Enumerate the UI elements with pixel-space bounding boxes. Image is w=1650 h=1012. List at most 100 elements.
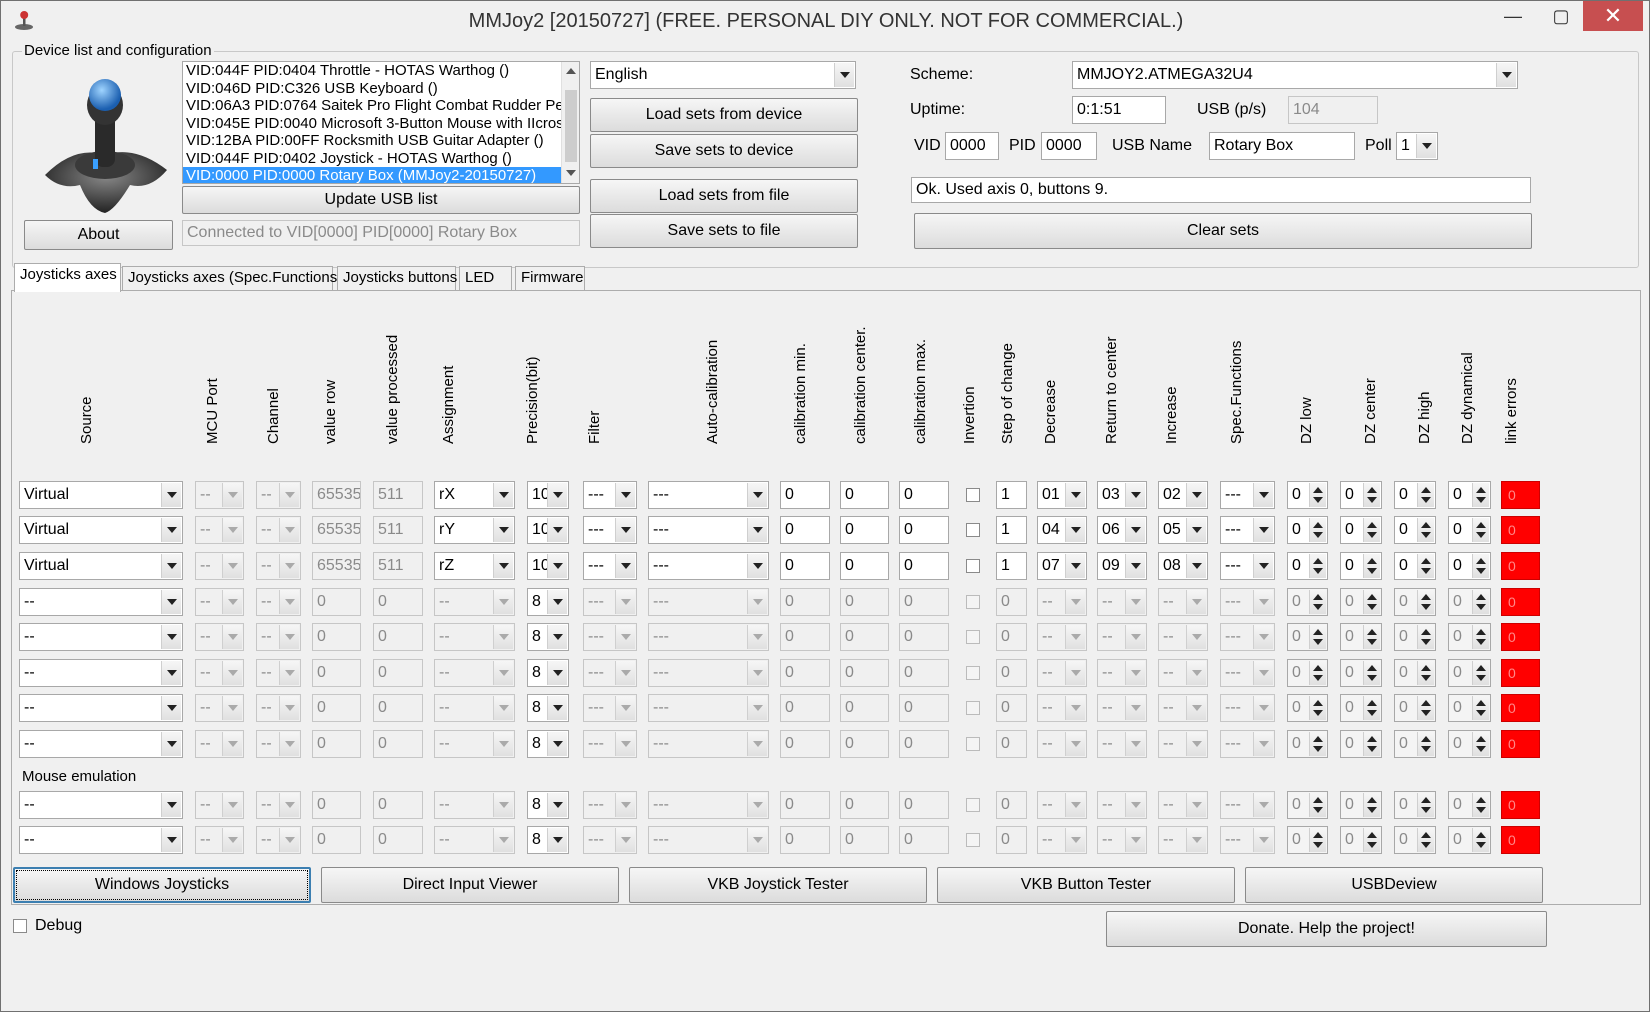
chevron-down-icon[interactable]	[615, 828, 635, 852]
filter-select[interactable]: ---	[583, 659, 637, 687]
chevron-down-icon[interactable]	[547, 518, 567, 542]
dz-dynamical-spinner[interactable]: 0	[1448, 826, 1491, 854]
filter-select[interactable]: ---	[583, 481, 637, 509]
return-to-center-select[interactable]: 09	[1097, 552, 1147, 580]
return-to-center-select[interactable]: --	[1097, 588, 1147, 616]
mcu-port-select[interactable]: --	[195, 730, 244, 758]
chevron-down-icon[interactable]	[1416, 134, 1436, 158]
chevron-down-icon[interactable]	[222, 793, 242, 817]
chevron-down-icon[interactable]	[493, 732, 513, 756]
chevron-down-icon[interactable]	[747, 732, 767, 756]
chevron-down-icon[interactable]	[279, 625, 299, 649]
chevron-down-icon[interactable]	[1186, 828, 1206, 852]
invertion-checkbox[interactable]	[966, 701, 980, 715]
channel-select[interactable]: --	[256, 659, 301, 687]
step-of-change-field[interactable]: 0	[996, 588, 1027, 616]
clear-sets-button[interactable]: Clear sets	[914, 213, 1532, 249]
device-list-item[interactable]: VID:046D PID:C326 USB Keyboard ()	[183, 80, 561, 98]
precision-select[interactable]: 8	[527, 623, 569, 651]
chevron-down-icon[interactable]	[161, 828, 181, 852]
chevron-down-icon[interactable]	[222, 696, 242, 720]
chevron-down-icon[interactable]	[222, 661, 242, 685]
mcu-port-select[interactable]: --	[195, 659, 244, 687]
up-down-arrows-icon[interactable]	[1417, 483, 1434, 507]
vkb-joystick-tester-button[interactable]: VKB Joystick Tester	[629, 867, 927, 903]
calibration-min-field[interactable]: 0	[780, 552, 830, 580]
calibration-max-field[interactable]: 0	[899, 481, 949, 509]
auto-calibration-select[interactable]: ---	[648, 730, 769, 758]
dz-dynamical-spinner[interactable]: 0	[1448, 730, 1491, 758]
chevron-down-icon[interactable]	[1125, 828, 1145, 852]
filter-select[interactable]: ---	[583, 730, 637, 758]
chevron-down-icon[interactable]	[1186, 554, 1206, 578]
chevron-down-icon[interactable]	[279, 554, 299, 578]
chevron-down-icon[interactable]	[279, 696, 299, 720]
return-to-center-select[interactable]: 06	[1097, 516, 1147, 544]
chevron-down-icon[interactable]	[279, 518, 299, 542]
device-list-item[interactable]: VID:044F PID:0402 Joystick - HOTAS Warth…	[183, 150, 561, 168]
return-to-center-select[interactable]: --	[1097, 694, 1147, 722]
chevron-down-icon[interactable]	[1125, 661, 1145, 685]
calibration-max-field[interactable]: 0	[899, 826, 949, 854]
dz-dynamical-spinner[interactable]: 0	[1448, 481, 1491, 509]
precision-select[interactable]: 10	[527, 481, 569, 509]
chevron-down-icon[interactable]	[1065, 518, 1085, 542]
channel-select[interactable]: --	[256, 623, 301, 651]
chevron-down-icon[interactable]	[1125, 732, 1145, 756]
dz-center-spinner[interactable]: 0	[1340, 588, 1382, 616]
return-to-center-select[interactable]: --	[1097, 623, 1147, 651]
chevron-down-icon[interactable]	[222, 625, 242, 649]
chevron-down-icon[interactable]	[547, 625, 567, 649]
pid-field[interactable]: 0000	[1041, 132, 1097, 160]
chevron-down-icon[interactable]	[1125, 625, 1145, 649]
source-select[interactable]: --	[19, 826, 183, 854]
scheme-select[interactable]: MMJOY2.ATMEGA32U4	[1072, 61, 1518, 89]
chevron-down-icon[interactable]	[615, 696, 635, 720]
chevron-down-icon[interactable]	[493, 483, 513, 507]
up-down-arrows-icon[interactable]	[1363, 483, 1380, 507]
device-list-item[interactable]: VID:0000 PID:0000 Rotary Box (MMJoy2-201…	[183, 167, 561, 183]
chevron-down-icon[interactable]	[161, 554, 181, 578]
step-of-change-field[interactable]: 0	[996, 730, 1027, 758]
channel-select[interactable]: --	[256, 694, 301, 722]
step-of-change-field[interactable]: 1	[996, 552, 1027, 580]
dz-dynamical-spinner[interactable]: 0	[1448, 623, 1491, 651]
channel-select[interactable]: --	[256, 791, 301, 819]
increase-select[interactable]: --	[1158, 694, 1208, 722]
spec-functions-select[interactable]: ---	[1220, 826, 1275, 854]
donate-button[interactable]: Donate. Help the project!	[1106, 911, 1547, 947]
step-of-change-field[interactable]: 1	[996, 516, 1027, 544]
invertion-checkbox[interactable]	[966, 559, 980, 573]
chevron-down-icon[interactable]	[615, 518, 635, 542]
chevron-down-icon[interactable]	[222, 828, 242, 852]
decrease-select[interactable]: --	[1037, 659, 1087, 687]
chevron-down-icon[interactable]	[493, 590, 513, 614]
dz-dynamical-spinner[interactable]: 0	[1448, 694, 1491, 722]
chevron-down-icon[interactable]	[1253, 661, 1273, 685]
invertion-checkbox[interactable]	[966, 523, 980, 537]
dz-dynamical-spinner[interactable]: 0	[1448, 791, 1491, 819]
calibration-max-field[interactable]: 0	[899, 516, 949, 544]
mcu-port-select[interactable]: --	[195, 791, 244, 819]
chevron-down-icon[interactable]	[1186, 661, 1206, 685]
up-down-arrows-icon[interactable]	[1472, 661, 1489, 685]
dz-high-spinner[interactable]: 0	[1394, 516, 1436, 544]
increase-select[interactable]: 08	[1158, 552, 1208, 580]
language-select[interactable]: English	[590, 61, 856, 89]
assignment-select[interactable]: rX	[434, 481, 515, 509]
up-down-arrows-icon[interactable]	[1472, 518, 1489, 542]
dz-high-spinner[interactable]: 0	[1394, 552, 1436, 580]
chevron-down-icon[interactable]	[615, 732, 635, 756]
source-select[interactable]: --	[19, 659, 183, 687]
up-down-arrows-icon[interactable]	[1417, 828, 1434, 852]
filter-select[interactable]: ---	[583, 826, 637, 854]
up-down-arrows-icon[interactable]	[1363, 828, 1380, 852]
increase-select[interactable]: --	[1158, 588, 1208, 616]
up-down-arrows-icon[interactable]	[1309, 793, 1326, 817]
chevron-down-icon[interactable]	[1253, 732, 1273, 756]
usb-name-field[interactable]: Rotary Box	[1209, 132, 1355, 160]
chevron-down-icon[interactable]	[747, 590, 767, 614]
chevron-down-icon[interactable]	[1186, 793, 1206, 817]
step-of-change-field[interactable]: 1	[996, 481, 1027, 509]
chevron-down-icon[interactable]	[1065, 732, 1085, 756]
